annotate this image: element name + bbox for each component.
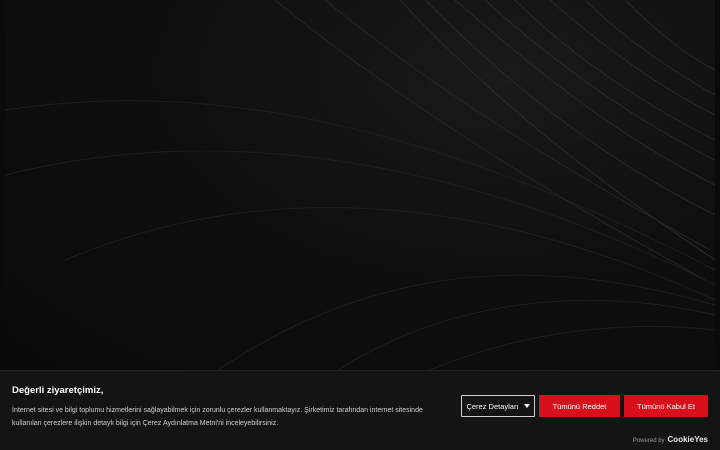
cookie-consent-banner: Değerli ziyaretçimiz, İnternet sitesi ve… [0,370,720,450]
reject-all-button[interactable]: Tümünü Reddet [539,395,620,417]
cookie-banner-title: Değerli ziyaretçimiz, [12,385,104,396]
cookieyes-logo: CookieYes [667,435,708,444]
cookie-details-label: Çerez Detayları [466,401,519,411]
accept-all-button[interactable]: Tümünü Kabul Et [624,395,708,417]
powered-by-link[interactable]: Powered by CookieYes [633,435,708,444]
cookie-message-line-2: kullanılan çerezlere ilişkin detaylı bil… [12,420,279,427]
page: Değerli ziyaretçimiz, İnternet sitesi ve… [0,0,720,450]
cookie-message-line-1: İnternet sitesi ve bilgi toplumu hizmetl… [12,407,423,414]
hero-banner [5,0,715,372]
powered-by-label: Powered by [632,438,665,444]
caret-down-icon [523,404,530,408]
hero-decorative-curves [5,0,715,372]
cookie-banner-message: İnternet sitesi ve bilgi toplumu hizmetl… [12,404,452,430]
cookie-details-button[interactable]: Çerez Detayları [461,395,535,417]
